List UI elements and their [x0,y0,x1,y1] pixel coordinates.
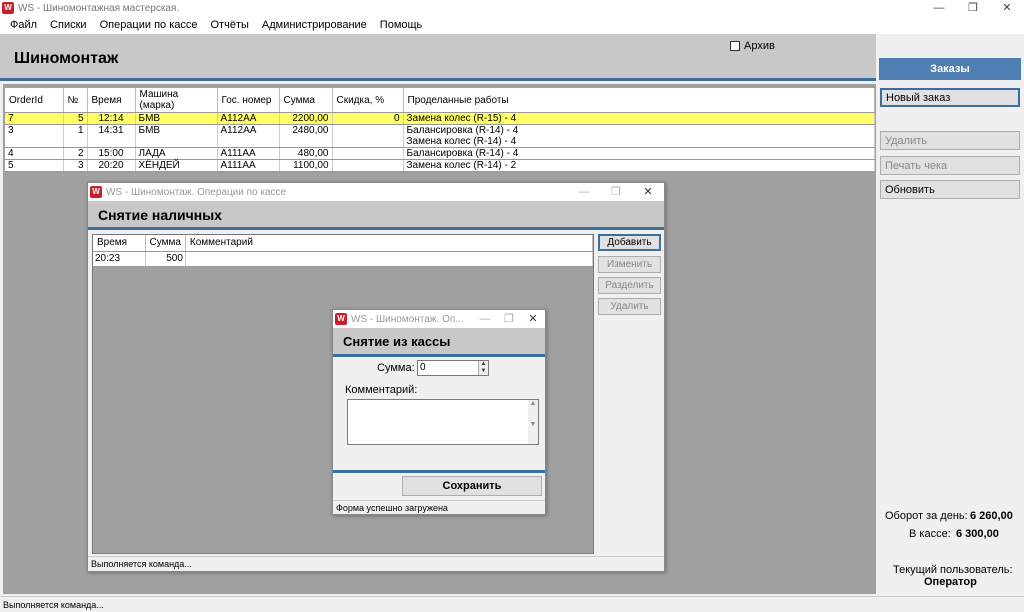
new-order-button[interactable]: Новый заказ [880,88,1020,107]
menu-reports[interactable]: Отчёты [205,19,256,31]
maximize-icon[interactable]: ❐ [497,310,521,328]
minimize-icon[interactable]: — [473,310,497,328]
cash-window-header: Снятие наличных [88,201,664,230]
tab-orders[interactable]: Заказы [879,58,1021,80]
close-icon[interactable]: ✕ [990,0,1024,16]
delete-button[interactable]: Удалить [598,298,661,315]
split-button[interactable]: Разделить [598,277,661,294]
restore-icon[interactable]: ❐ [956,0,990,16]
withdraw-dialog: W WS - Шиномонтаж. Оп... — ❐ ✕ Снятие из… [332,309,546,515]
minimize-icon[interactable]: — [922,0,956,16]
withdraw-title-bar[interactable]: W WS - Шиномонтаж. Оп... — ❐ ✕ [333,310,545,328]
delete-order-button[interactable]: Удалить [880,131,1020,150]
col-time[interactable]: Время [93,235,146,252]
turnover-value: 6 260,00 [970,510,1013,522]
menu-file[interactable]: Файл [4,19,44,31]
table-row[interactable]: 3 1 14:31 БМВ А112АА 2480,00 Балансировк… [5,124,875,148]
refresh-button[interactable]: Обновить [880,180,1020,199]
app-logo-icon: W [90,186,102,198]
table-row[interactable]: 7 5 12:14 БМВ А112АА 2200,00 0 Замена ко… [5,112,875,125]
col-time[interactable]: Время [87,88,136,113]
cash-value: 6 300,00 [956,528,999,540]
main-title-bar: W WS - Шиномонтажная мастерская. — ❐ ✕ [0,0,1024,16]
scrollbar[interactable]: ▲ ▼ [528,400,538,444]
window-title: WS - Шиномонтажная мастерская. [18,2,180,14]
minimize-icon[interactable]: — [568,183,600,201]
cash-table: Время Сумма Комментарий 20:23 500 [93,235,594,267]
right-panel: Заказы Новый заказ Удалить Печать чека О… [876,34,1024,594]
col-sum[interactable]: Сумма [279,88,333,113]
menu-administration[interactable]: Администрирование [256,19,374,31]
table-header-row: OrderId № Время Машина (марка) Гос. номе… [5,88,875,113]
sum-label: Сумма: [377,362,415,374]
app-logo-icon: W [335,313,347,325]
table-row[interactable]: 4 2 15:00 ЛАДА А111АА 480,00 Балансировк… [5,147,875,160]
cash-window-heading: Снятие наличных [98,207,222,223]
col-orderid[interactable]: OrderId [5,88,64,113]
menu-cash-operations[interactable]: Операции по кассе [94,19,205,31]
page-header: Шиномонтаж Архив [0,34,876,81]
cash-window-title-bar[interactable]: W WS - Шиномонтаж. Операции по кассе — ❐… [88,183,664,201]
print-check-button[interactable]: Печать чека [880,156,1020,175]
table-header-row: Время Сумма Комментарий [93,235,594,252]
col-number[interactable]: № [63,88,88,113]
sum-input[interactable]: 0 ▲ ▼ [417,360,489,376]
col-works[interactable]: Проделанные работы [403,88,875,113]
comment-label: Комментарий: [345,384,418,396]
archive-label: Архив [744,40,775,52]
cash-window-title: WS - Шиномонтаж. Операции по кассе [106,186,287,198]
cash-window-status: Выполняется команда... [88,556,664,571]
close-icon[interactable]: ✕ [632,183,664,201]
page-title: Шиномонтаж [14,50,119,67]
menu-lists[interactable]: Списки [44,19,94,31]
checkbox-icon[interactable] [730,41,740,51]
comment-textarea[interactable]: ▲ ▼ [347,399,539,445]
turnover-label: Оборот за день: [885,510,968,522]
col-comment[interactable]: Комментарий [185,235,594,252]
menu-bar: Файл Списки Операции по кассе Отчёты Адм… [0,16,1024,34]
maximize-icon[interactable]: ❐ [600,183,632,201]
divider [333,470,545,473]
table-row[interactable]: 20:23 500 [93,251,594,267]
menu-help[interactable]: Помощь [374,19,430,31]
cash-label: В кассе: [909,528,951,540]
spin-arrows-icon[interactable]: ▲ ▼ [478,361,488,375]
current-user-label: Текущий пользователь: [893,564,1013,576]
save-button[interactable]: Сохранить [402,476,542,496]
table-row[interactable]: 5 3 20:20 ХЁНДЕЙ А111АА 1100,00 Замена к… [5,159,875,172]
window-controls: — ❐ ✕ [922,0,1024,16]
col-car[interactable]: Машина (марка) [135,88,218,113]
add-button[interactable]: Добавить [598,234,661,251]
orders-table: OrderId № Время Машина (марка) Гос. номе… [5,88,875,172]
archive-checkbox[interactable]: Архив [730,40,775,52]
app-logo-icon: W [2,2,14,14]
col-discount[interactable]: Скидка, % [332,88,404,113]
col-plate[interactable]: Гос. номер [217,88,280,113]
status-bar: Выполняется команда... [0,596,1024,612]
withdraw-header: Снятие из кассы [333,328,545,357]
current-user-value: Оператор [924,576,977,588]
col-sum[interactable]: Сумма [145,235,186,252]
edit-button[interactable]: Изменить [598,256,661,273]
close-icon[interactable]: ✕ [521,310,545,328]
withdraw-heading: Снятие из кассы [343,334,451,349]
withdraw-status: Форма успешно загружена [333,500,545,514]
sum-value: 0 [420,362,426,373]
withdraw-window-title: WS - Шиномонтаж. Оп... [351,313,464,325]
